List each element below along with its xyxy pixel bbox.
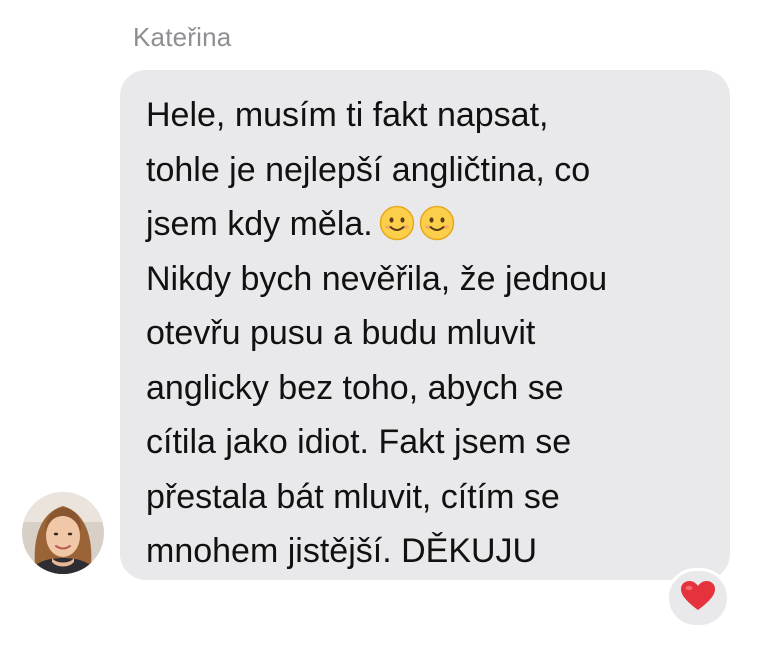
smiling-face-icon — [419, 203, 455, 241]
message-line: otevřu pusu a budu mluvit — [146, 314, 536, 352]
smiling-face-icon — [379, 203, 415, 241]
message-line: Nikdy bych nevěřila, že jednou — [146, 259, 608, 298]
avatar[interactable] — [22, 492, 104, 574]
message-line-text: jsem kdy měla. — [146, 205, 373, 243]
message-bubble[interactable]: Hele, musím ti fakt napsat, tohle je nej… — [120, 70, 730, 580]
message-line: mnohem jistější. DĚKUJU — [146, 532, 538, 570]
avatar-photo — [22, 492, 104, 574]
sender-name: Kateřina — [133, 22, 232, 52]
message-line: cítila jako idiot. Fakt jsem se — [146, 423, 572, 461]
heart-reaction-badge[interactable] — [666, 568, 730, 628]
message-line: Hele, musím ti fakt napsat, — [146, 96, 549, 134]
message-line: přestala bát mluvit, cítím se — [146, 477, 560, 516]
red-heart-icon — [680, 580, 716, 617]
message-line: anglicky bez toho, abych se — [146, 368, 564, 407]
message-line-with-emoji: jsem kdy měla. — [146, 197, 730, 252]
message-line: tohle je nejlepší angličtina, co — [146, 150, 591, 189]
